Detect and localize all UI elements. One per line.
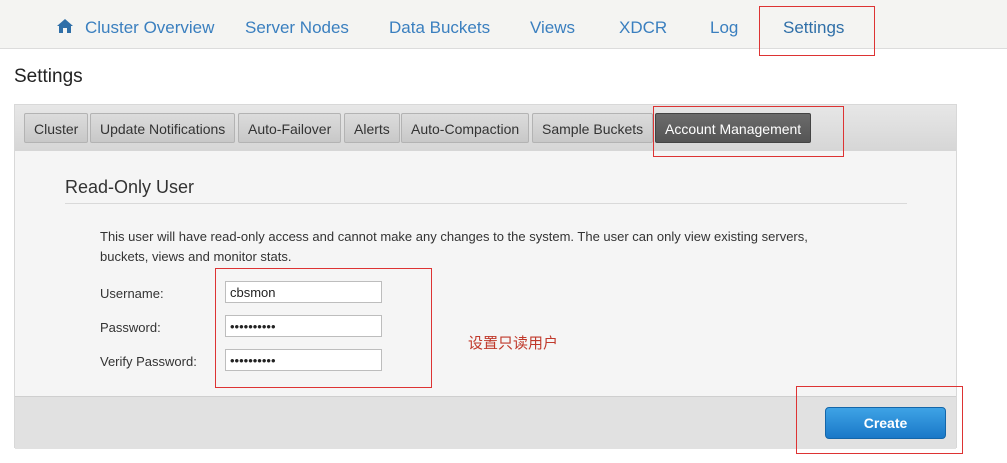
nav-cluster-overview[interactable]: Cluster Overview — [85, 0, 214, 48]
password-field[interactable] — [225, 315, 382, 337]
nav-log[interactable]: Log — [710, 0, 738, 48]
create-button[interactable]: Create — [825, 407, 946, 439]
username-field[interactable] — [225, 281, 382, 303]
verify-password-field[interactable] — [225, 349, 382, 371]
section-title: Read-Only User — [65, 177, 195, 197]
top-navigation: Cluster Overview Server Nodes Data Bucke… — [0, 0, 1007, 49]
settings-tabbar: Cluster Update Notifications Auto-Failov… — [15, 105, 956, 152]
password-label: Password: — [100, 320, 161, 335]
verify-password-label: Verify Password: — [100, 354, 197, 369]
page-title: Settings — [14, 66, 83, 87]
tab-update-notifications[interactable]: Update Notifications — [90, 113, 236, 143]
nav-xdcr[interactable]: XDCR — [619, 0, 667, 48]
nav-views[interactable]: Views — [530, 0, 575, 48]
section-description: This user will have read-only access and… — [100, 229, 808, 264]
panel-footer: Create — [15, 396, 956, 449]
settings-panel: Cluster Update Notifications Auto-Failov… — [14, 104, 957, 449]
tab-alerts[interactable]: Alerts — [344, 113, 400, 143]
tab-auto-compaction[interactable]: Auto-Compaction — [401, 113, 530, 143]
tab-account-management[interactable]: Account Management — [655, 113, 812, 143]
tab-auto-failover[interactable]: Auto-Failover — [238, 113, 342, 143]
tab-sample-buckets[interactable]: Sample Buckets — [532, 113, 654, 143]
username-label: Username: — [100, 286, 164, 301]
account-management-content: Read-Only User This user will have read-… — [15, 151, 956, 396]
tab-cluster[interactable]: Cluster — [24, 113, 89, 143]
nav-data-buckets[interactable]: Data Buckets — [389, 0, 490, 48]
nav-settings[interactable]: Settings — [783, 0, 844, 48]
home-icon[interactable] — [56, 18, 74, 34]
annotation-note: 设置只读用户 — [468, 335, 559, 352]
section-divider — [65, 203, 907, 204]
nav-server-nodes[interactable]: Server Nodes — [245, 0, 349, 48]
